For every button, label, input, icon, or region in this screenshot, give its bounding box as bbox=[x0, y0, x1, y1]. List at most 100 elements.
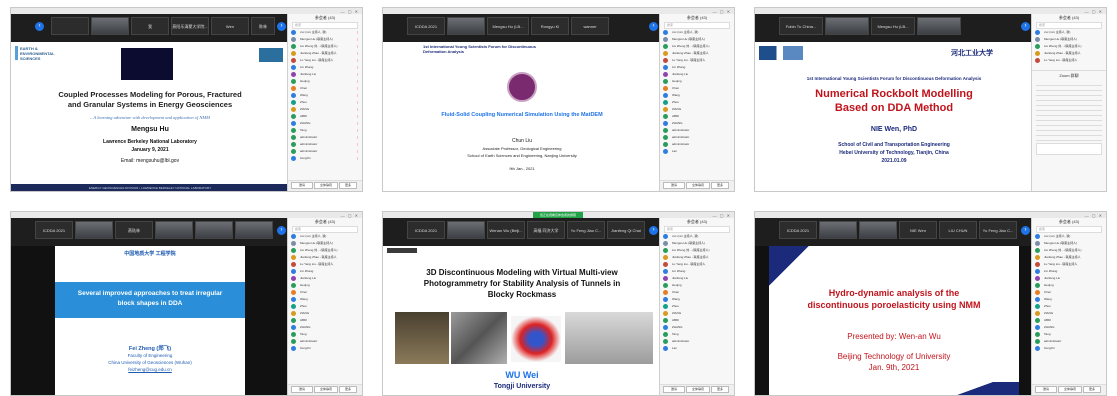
video-thumbnail[interactable]: wanner bbox=[571, 17, 609, 35]
participant-row[interactable]: Zhou bbox=[288, 303, 362, 310]
invite-button[interactable]: 邀请 bbox=[663, 386, 685, 393]
video-thumbnail[interactable]: 燕陆林 bbox=[115, 221, 153, 239]
participant-row[interactable]: Lan bbox=[660, 148, 734, 155]
search-input[interactable]: 搜索 bbox=[292, 22, 358, 29]
video-thumbnail[interactable]: Jianfeng Qi Chai bbox=[607, 221, 645, 239]
scroll-right-icon[interactable]: › bbox=[1021, 226, 1030, 235]
participant-row[interactable]: ZHANG ⁝ bbox=[288, 120, 362, 127]
participant-row[interactable]: Chen bbox=[660, 289, 734, 296]
video-thumbnail[interactable] bbox=[195, 221, 233, 239]
video-thumbnail[interactable]: Mengsu Hu (LB... bbox=[871, 17, 915, 35]
participant-row[interactable]: Wang bbox=[288, 296, 362, 303]
participant-row[interactable]: Wang ⁝ bbox=[288, 92, 362, 99]
invite-button[interactable]: 邀请 bbox=[1035, 386, 1057, 393]
participant-row[interactable]: Lu Yang Liu - 联席主持人 ⁝ bbox=[288, 57, 362, 64]
participant-row[interactable]: ZIANG bbox=[660, 310, 734, 317]
video-thumbnail[interactable] bbox=[91, 17, 129, 35]
participant-row[interactable]: Mengsu Hu (联席主持人) bbox=[1032, 36, 1106, 43]
scroll-right-icon[interactable]: › bbox=[649, 226, 658, 235]
participant-row[interactable]: Mengsu Hu (联席主持人) bbox=[660, 36, 734, 43]
participant-row[interactable]: Heqing bbox=[660, 78, 734, 85]
scroll-right-icon[interactable]: › bbox=[649, 22, 658, 31]
video-thumbnail[interactable] bbox=[825, 17, 869, 35]
participant-row[interactable]: Tang ⁝ bbox=[288, 127, 362, 134]
mute-all-button[interactable]: 全体静音 bbox=[686, 182, 710, 189]
participant-row[interactable]: hongzhi ⁝ bbox=[288, 155, 362, 162]
participant-row[interactable]: ZIANG ⁝ bbox=[288, 106, 362, 113]
mute-all-button[interactable]: 全体静音 bbox=[314, 182, 338, 189]
participant-row[interactable]: administrator ⁝ bbox=[288, 141, 362, 148]
participant-row[interactable]: Mengsu Hu (联席主持人) bbox=[1032, 240, 1106, 247]
participant-row[interactable]: Chen bbox=[288, 289, 362, 296]
participant-row[interactable]: Heqing bbox=[660, 282, 734, 289]
scroll-left-icon[interactable]: ‹ bbox=[35, 22, 44, 31]
participant-row[interactable]: Zhou ⁝ bbox=[288, 99, 362, 106]
participant-row[interactable]: administrator bbox=[660, 134, 734, 141]
video-thumbnail[interactable]: Fubin Tu China... bbox=[779, 17, 823, 35]
video-thumbnail[interactable]: 燕阳乐清蒙大学院... bbox=[171, 17, 209, 35]
mute-all-button[interactable]: 全体静音 bbox=[314, 386, 338, 393]
participant-row[interactable]: administrator bbox=[660, 338, 734, 345]
participant-row[interactable]: Heqing bbox=[288, 282, 362, 289]
participant-row[interactable]: Lu Yang Liu - 联席主持人 bbox=[660, 261, 734, 268]
participant-row[interactable]: Jianfeng Liu bbox=[1032, 275, 1106, 282]
participant-row[interactable]: xxx (xxx 主持人, 我) bbox=[1032, 233, 1106, 240]
more-button[interactable]: 更多 bbox=[339, 182, 357, 189]
participant-row[interactable]: ABDI bbox=[660, 113, 734, 120]
view-options-button[interactable] bbox=[387, 248, 417, 253]
participant-row[interactable]: Lu Yang Liu - 联席主持人 bbox=[1032, 261, 1106, 268]
participant-row[interactable]: Zhou bbox=[1032, 303, 1106, 310]
scroll-right-icon[interactable]: › bbox=[277, 226, 286, 235]
participant-row[interactable]: Lin Zhang bbox=[660, 268, 734, 275]
video-thumbnail[interactable] bbox=[75, 221, 113, 239]
search-input[interactable]: 搜索 bbox=[1036, 22, 1102, 29]
participant-row[interactable]: Mengsu Hu (联席主持人) ⁝ bbox=[288, 36, 362, 43]
participant-row[interactable]: Lin Zhang bbox=[288, 268, 362, 275]
mute-all-button[interactable]: 全体静音 bbox=[1058, 386, 1082, 393]
participant-row[interactable]: Heqing ⁝ bbox=[288, 78, 362, 85]
more-button[interactable]: 更多 bbox=[1083, 386, 1101, 393]
participant-row[interactable]: xxx (xxx 主持人, 我) bbox=[288, 233, 362, 240]
participant-row[interactable]: ABDI ⁝ bbox=[288, 113, 362, 120]
chat-input[interactable] bbox=[1036, 143, 1102, 155]
participant-row[interactable]: ZHANG bbox=[660, 120, 734, 127]
video-thumbnail[interactable] bbox=[447, 17, 485, 35]
participant-row[interactable]: Lin Zhang bbox=[1032, 268, 1106, 275]
participant-row[interactable]: Jianfeng Zhao - 联席主持人 bbox=[1032, 50, 1106, 57]
participant-row[interactable]: Jianfeng Zhao - 联席主持人 bbox=[288, 254, 362, 261]
video-thumbnail[interactable]: ICDDA 2021 bbox=[407, 17, 445, 35]
participant-row[interactable]: ABDI bbox=[288, 317, 362, 324]
participant-row[interactable]: Jianfeng Liu bbox=[660, 275, 734, 282]
video-thumbnail[interactable]: 我 bbox=[131, 17, 169, 35]
invite-button[interactable]: 邀请 bbox=[291, 386, 313, 393]
participant-row[interactable]: Wang bbox=[660, 92, 734, 99]
participant-row[interactable]: Liu Zheng 刘... (联席主持人) ⁝ bbox=[288, 43, 362, 50]
more-button[interactable]: 更多 bbox=[711, 386, 729, 393]
participant-row[interactable]: hongzhi bbox=[288, 345, 362, 352]
participant-row[interactable]: Jianfeng Zhao - 联席主持人 bbox=[1032, 254, 1106, 261]
more-button[interactable]: 更多 bbox=[711, 182, 729, 189]
participant-row[interactable]: Chen bbox=[1032, 289, 1106, 296]
participant-row[interactable]: Zhou bbox=[660, 303, 734, 310]
participant-row[interactable]: Jianfeng Zhao - 联席主持人 ⁝ bbox=[288, 50, 362, 57]
video-thumbnail[interactable]: ICDDA 2021 bbox=[779, 221, 817, 239]
video-thumbnail[interactable] bbox=[447, 221, 485, 239]
participant-row[interactable]: Jianfeng Liu ⁝ bbox=[288, 71, 362, 78]
participant-row[interactable]: ZHANG bbox=[288, 324, 362, 331]
video-thumbnail[interactable]: 高福 同济大学 bbox=[527, 221, 565, 239]
participant-row[interactable]: ZHANG bbox=[660, 324, 734, 331]
video-thumbnail[interactable]: Wenan Wu (Beiji... bbox=[487, 221, 525, 239]
participant-row[interactable]: Tang bbox=[288, 331, 362, 338]
participant-row[interactable]: Lin Zhang bbox=[660, 64, 734, 71]
participant-row[interactable]: Mengsu Hu (联席主持人) bbox=[288, 240, 362, 247]
participant-row[interactable]: administrator bbox=[288, 338, 362, 345]
video-thumbnail[interactable] bbox=[917, 17, 961, 35]
participant-row[interactable]: administrator bbox=[660, 141, 734, 148]
participant-row[interactable]: Wang bbox=[1032, 296, 1106, 303]
participant-row[interactable]: ZIANG bbox=[660, 106, 734, 113]
video-thumbnail[interactable] bbox=[235, 221, 273, 239]
scroll-right-icon[interactable]: › bbox=[1021, 22, 1030, 31]
video-thumbnail[interactable] bbox=[819, 221, 857, 239]
participant-row[interactable]: administrator bbox=[660, 127, 734, 134]
participant-row[interactable]: ABDI bbox=[660, 317, 734, 324]
